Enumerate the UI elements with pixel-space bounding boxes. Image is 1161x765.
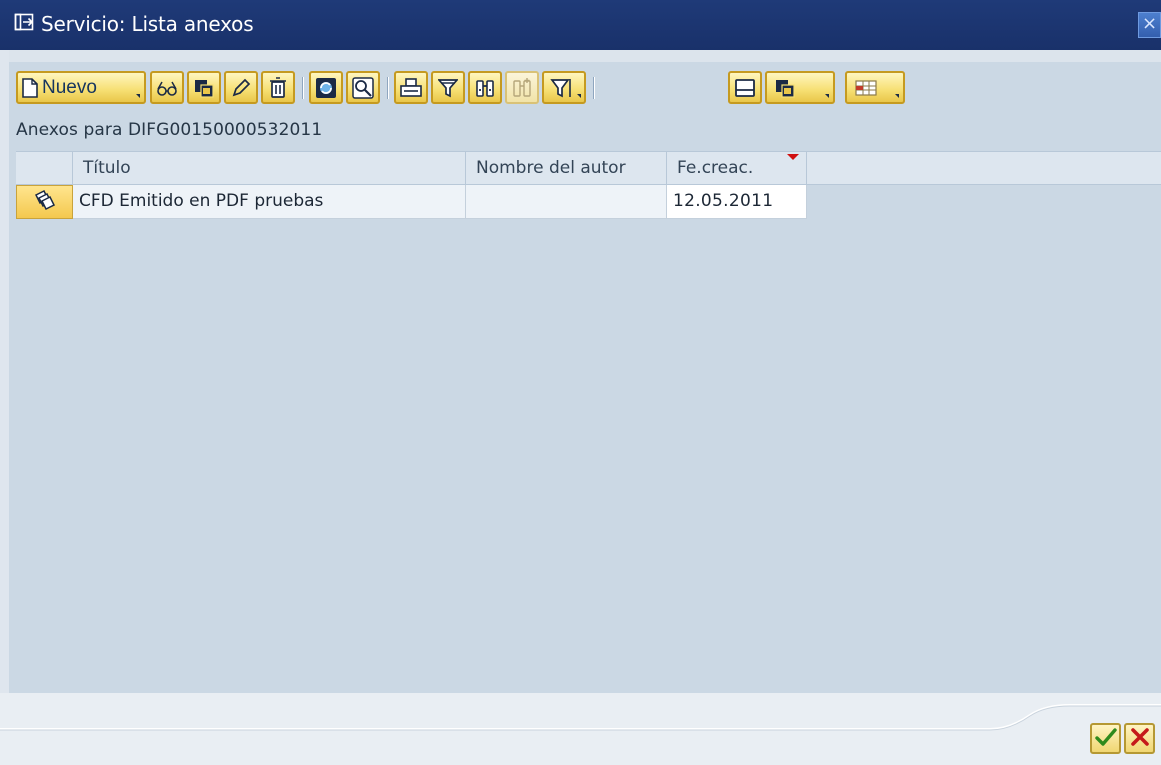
printer-icon <box>400 77 422 98</box>
filter-button[interactable] <box>431 71 465 104</box>
x-icon <box>1130 727 1150 751</box>
trash-icon <box>269 76 287 99</box>
column-header-autor[interactable]: Nombre del autor <box>466 152 667 184</box>
set-filter-button[interactable] <box>542 71 586 104</box>
cancel-button[interactable] <box>1124 723 1155 754</box>
chevron-down-icon <box>895 94 899 98</box>
content-top-band <box>9 50 1161 62</box>
close-button[interactable]: × <box>1138 12 1161 38</box>
row-selector[interactable] <box>16 185 73 219</box>
filter-dropdown-icon <box>550 77 572 99</box>
window-title: Servicio: Lista anexos <box>41 12 254 36</box>
refresh-icon <box>315 77 337 99</box>
edit-button[interactable] <box>224 71 258 104</box>
new-button[interactable]: Nuevo <box>16 71 146 104</box>
magnifier-icon <box>352 76 374 99</box>
delete-button[interactable] <box>261 71 295 104</box>
column-header-fecha[interactable]: Fe.creac. <box>667 152 807 184</box>
window-list-icon <box>14 12 36 34</box>
cell-titulo[interactable]: CFD Emitido en PDF pruebas <box>73 185 466 219</box>
chevron-down-icon <box>825 94 829 98</box>
attachments-heading: Anexos para DIFG00150000532011 <box>16 120 323 140</box>
checkmark-icon <box>1094 727 1117 751</box>
layout-button[interactable] <box>845 71 905 104</box>
document-icon <box>734 78 756 98</box>
select-all-cell[interactable] <box>16 152 73 184</box>
chevron-down-icon <box>136 94 140 98</box>
find-button[interactable] <box>468 71 502 104</box>
cell-fecha[interactable]: 12.05.2011 <box>667 185 807 219</box>
toolbar-separator <box>593 77 595 99</box>
sort-indicator-icon <box>787 154 799 160</box>
binoculars-icon <box>475 78 495 98</box>
display-button[interactable] <box>150 71 184 104</box>
table-header: Título Nombre del autor Fe.creac. <box>16 151 1161 185</box>
attachment-documents-icon <box>33 189 57 215</box>
table-row[interactable]: CFD Emitido en PDF pruebas 12.05.2011 <box>16 185 807 219</box>
application-toolbar: Nuevo <box>16 71 1156 105</box>
refresh-button[interactable] <box>309 71 343 104</box>
copy-button[interactable] <box>187 71 221 104</box>
toolbar-separator <box>302 77 304 99</box>
new-button-label: Nuevo <box>42 76 97 98</box>
print-button[interactable] <box>394 71 428 104</box>
find-next-button[interactable] <box>505 71 539 104</box>
pencil-icon <box>231 78 251 98</box>
export-button[interactable] <box>765 71 835 104</box>
binoculars-plus-icon <box>512 77 532 98</box>
new-document-icon <box>22 77 38 98</box>
column-header-titulo[interactable]: Título <box>73 152 466 184</box>
chevron-down-icon <box>577 94 581 98</box>
cell-autor[interactable] <box>466 185 667 219</box>
export-icon <box>774 78 796 98</box>
footer-divider <box>0 704 1161 731</box>
ok-button[interactable] <box>1090 723 1121 754</box>
zoom-button[interactable] <box>346 71 380 104</box>
glasses-icon <box>156 79 178 97</box>
title-bar: Servicio: Lista anexos × <box>0 0 1161 50</box>
copy-icon <box>193 78 215 98</box>
dialog-footer <box>0 693 1161 765</box>
funnel-icon <box>438 78 458 98</box>
grid-layout-icon <box>854 78 880 98</box>
content-area <box>9 50 1161 693</box>
toolbar-separator <box>387 77 389 99</box>
print-preview-button[interactable] <box>728 71 762 104</box>
